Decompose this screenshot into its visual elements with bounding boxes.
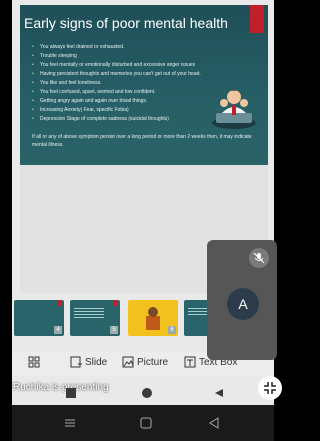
slide-thumbnail[interactable]: 4 [14, 300, 64, 336]
slide-number: 4 [54, 326, 62, 334]
back-icon[interactable] [208, 417, 220, 429]
slide-label: Slide [85, 356, 108, 368]
bullet-item: You feel mentally or emotionally disturb… [32, 61, 232, 70]
bullet-item: Depression Stage of complete sadness (su… [32, 115, 232, 124]
thumbnail-accent [58, 300, 62, 306]
thumbnail-text-lines [74, 308, 104, 320]
grid-icon [28, 356, 40, 368]
picture-icon [122, 356, 134, 368]
slide-thumbnail[interactable]: 5 [70, 300, 120, 336]
exit-fullscreen-button[interactable] [258, 376, 282, 400]
bullet-item: Increasing Anxiety( Fear, specific Fobia… [32, 106, 232, 115]
participant-avatar: A [227, 288, 259, 320]
stop-icon[interactable] [66, 388, 76, 398]
bullet-item: You like and feel loneliness. [32, 79, 232, 88]
participant-video-tile[interactable]: A [207, 240, 277, 360]
exit-fullscreen-icon [264, 382, 276, 394]
mic-off-icon [253, 252, 265, 264]
current-slide[interactable]: Early signs of poor mental health You al… [20, 5, 268, 165]
slide-bullet-list: You always feel drained or exhausted. Tr… [32, 43, 232, 124]
textbox-icon [184, 356, 196, 368]
thumbnail-accent [114, 300, 118, 306]
record-icon[interactable] [142, 388, 152, 398]
bullet-item: Getting angry again and again over trivi… [32, 97, 232, 106]
recents-icon[interactable] [64, 418, 76, 428]
bullet-item: Trouble sleeping [32, 52, 232, 61]
add-slide-icon [70, 356, 82, 368]
slide-thumbnail[interactable]: 6 [128, 300, 178, 336]
bullet-item: You always feel drained or exhausted. [32, 43, 232, 52]
slide-number: 6 [168, 326, 176, 334]
slide-closing-text: If all or any of above symptom persist o… [32, 134, 252, 148]
back-triangle-icon[interactable] [214, 388, 224, 398]
layout-button[interactable] [28, 356, 40, 368]
presenting-status: Ruchika is presenting [13, 382, 109, 393]
insert-picture-button[interactable]: Picture [122, 356, 168, 368]
slide-title: Early signs of poor mental health [24, 15, 228, 31]
picture-label: Picture [137, 356, 169, 368]
mute-indicator[interactable] [249, 248, 269, 268]
home-icon[interactable] [140, 417, 152, 429]
stressed-man-illustration [212, 90, 256, 129]
thumbnail-figure [146, 307, 160, 330]
presentation-app: Early signs of poor mental health You al… [12, 0, 274, 441]
slide-number: 5 [110, 326, 118, 334]
bullet-item: Having persistent thoughts and memories … [32, 70, 232, 79]
android-navigation-bar [12, 405, 274, 441]
new-slide-button[interactable]: Slide [70, 356, 107, 368]
slide-accent-tab [250, 5, 264, 33]
bullet-item: You feel confused, upset, worried and lo… [32, 88, 232, 97]
